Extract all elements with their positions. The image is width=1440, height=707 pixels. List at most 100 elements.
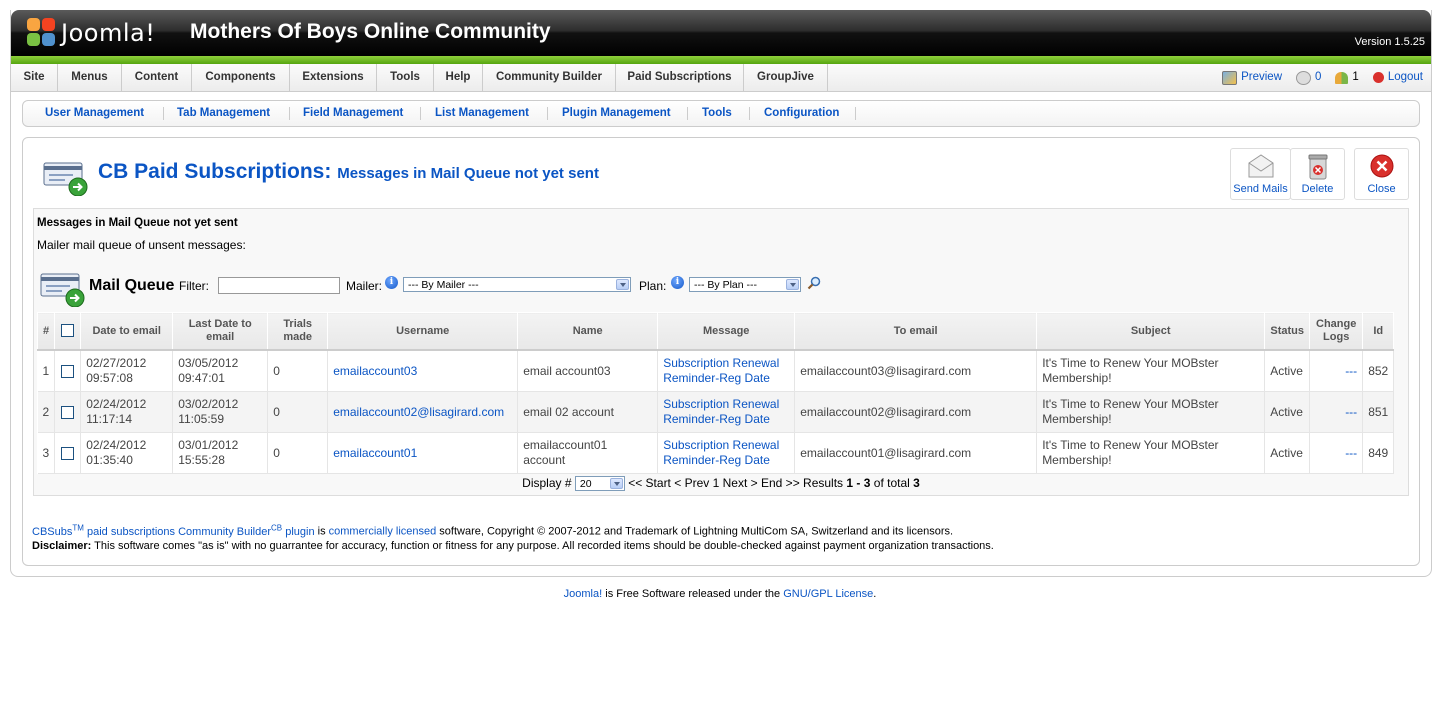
messages-link[interactable]: 0 xyxy=(1296,64,1321,91)
content-panel: CB Paid Subscriptions: Messages in Mail … xyxy=(22,137,1420,566)
mail-icon xyxy=(1296,70,1311,85)
filter-label: Filter: xyxy=(179,279,209,293)
col-trials[interactable]: Trials made xyxy=(267,312,329,351)
submenu-configuration[interactable]: Configuration xyxy=(764,101,839,126)
trash-icon xyxy=(1308,154,1327,180)
license-link[interactable]: commercially licensed xyxy=(329,526,437,538)
menu-content[interactable]: Content xyxy=(122,64,192,91)
message-link[interactable]: Subscription Renewal Reminder-Reg Date xyxy=(663,397,779,426)
col-change-logs: Change Logs xyxy=(1309,312,1364,351)
col-date-to-email[interactable]: Date to email xyxy=(80,312,174,351)
table-row: 1 02/27/2012 09:57:08 03/05/2012 09:47:0… xyxy=(37,350,1395,392)
credits: CBSubsTM paid subscriptions Community Bu… xyxy=(32,523,994,552)
status-bar: Preview 0 1 Logout xyxy=(1222,64,1423,91)
cbsubs-mailqueue-icon xyxy=(43,162,88,196)
submenu-user-management[interactable]: User Management xyxy=(45,101,144,126)
username-link[interactable]: emailaccount02@lisagirard.com xyxy=(333,405,504,419)
menu-help[interactable]: Help xyxy=(434,64,483,91)
submenu-list-management[interactable]: List Management xyxy=(435,101,529,126)
joomla-brand: Joomla! xyxy=(61,19,156,47)
search-icon[interactable] xyxy=(807,276,821,290)
users-online[interactable]: 1 xyxy=(1335,64,1359,91)
username-link[interactable]: emailaccount01 xyxy=(333,446,417,460)
pager-next: Next > xyxy=(722,476,758,490)
plan-select[interactable]: --- By Plan --- xyxy=(689,277,801,292)
mailer-label: Mailer: xyxy=(346,279,383,293)
cbsubs-link[interactable]: CBSubsTM xyxy=(32,523,84,538)
mailer-select[interactable]: --- By Mailer --- xyxy=(403,277,631,292)
menu-extensions[interactable]: Extensions xyxy=(290,64,377,91)
logout-link[interactable]: Logout xyxy=(1372,64,1423,91)
select-all-checkbox[interactable] xyxy=(61,324,75,338)
col-num: # xyxy=(36,312,56,351)
row-checkbox[interactable] xyxy=(61,446,75,460)
results-total: 3 xyxy=(913,476,920,490)
display-count-select[interactable]: 20 xyxy=(574,476,625,492)
change-logs-link[interactable]: --- xyxy=(1345,405,1357,419)
mail-queue-table: # Date to email Last Date to email Trial… xyxy=(36,312,1395,474)
cb-plugin-link[interactable]: paid subscriptions Community BuilderCB p… xyxy=(87,523,315,538)
change-logs-link[interactable]: --- xyxy=(1345,364,1357,378)
plan-info-icon[interactable]: i xyxy=(671,276,684,289)
delete-button[interactable]: Delete xyxy=(1290,148,1345,200)
logout-icon xyxy=(1372,72,1384,83)
table-header-row: # Date to email Last Date to email Trial… xyxy=(36,312,1395,351)
menu-site[interactable]: Site xyxy=(11,64,58,91)
section-description: Mailer mail queue of unsent messages: xyxy=(37,238,246,252)
menu-groupjive[interactable]: GroupJive xyxy=(744,64,828,91)
col-username[interactable]: Username xyxy=(327,312,519,351)
col-name[interactable]: Name xyxy=(517,312,659,351)
mail-queue-title: Mail Queue xyxy=(89,277,175,294)
menu-community-builder[interactable]: Community Builder xyxy=(483,64,616,91)
change-logs-link[interactable]: --- xyxy=(1345,446,1357,460)
pagination: Display # 20 << Start < Prev 1 Next > En… xyxy=(34,476,1408,492)
section-title: Messages in Mail Queue not yet sent xyxy=(37,217,238,229)
cb-submenu: User Management Tab Management Field Man… xyxy=(22,100,1420,127)
row-checkbox[interactable] xyxy=(61,405,75,419)
send-mail-icon xyxy=(1248,154,1273,178)
submenu-tab-management[interactable]: Tab Management xyxy=(177,101,270,126)
header: Joomla! Mothers Of Boys Online Community… xyxy=(11,10,1431,56)
joomla-logo: Joomla! xyxy=(27,16,155,50)
filter-input[interactable] xyxy=(218,277,340,294)
preview-link[interactable]: Preview xyxy=(1222,64,1282,91)
main-menu: Site Menus Content Components Extensions… xyxy=(11,64,1431,92)
header-accent-bar xyxy=(11,56,1431,64)
username-link[interactable]: emailaccount03 xyxy=(333,364,417,378)
col-message[interactable]: Message xyxy=(657,312,796,351)
mail-queue-panel: Messages in Mail Queue not yet sent Mail… xyxy=(33,208,1409,496)
menu-paid-subscriptions[interactable]: Paid Subscriptions xyxy=(616,64,744,91)
results-of-total: of total xyxy=(873,476,910,490)
page-title: CB Paid Subscriptions: Messages in Mail … xyxy=(98,160,599,183)
submenu-tools[interactable]: Tools xyxy=(702,101,732,126)
pager-prev: < Prev xyxy=(674,476,710,490)
message-link[interactable]: Subscription Renewal Reminder-Reg Date xyxy=(663,356,779,385)
version-label: Version 1.5.25 xyxy=(1354,36,1425,48)
footer: Joomla! is Free Software released under … xyxy=(563,588,877,600)
message-link[interactable]: Subscription Renewal Reminder-Reg Date xyxy=(663,438,779,467)
chevron-down-icon xyxy=(616,279,629,290)
close-button[interactable]: Close xyxy=(1354,148,1409,200)
admin-frame: Joomla! Mothers Of Boys Online Community… xyxy=(10,10,1432,577)
menu-components[interactable]: Components xyxy=(192,64,290,91)
submenu-field-management[interactable]: Field Management xyxy=(303,101,403,126)
col-last-date[interactable]: Last Date to email xyxy=(172,312,269,351)
joomla-link[interactable]: Joomla! xyxy=(564,588,603,600)
menu-tools[interactable]: Tools xyxy=(377,64,434,91)
pager-start: << Start xyxy=(628,476,671,490)
gpl-license-link[interactable]: GNU/GPL License xyxy=(783,588,873,600)
mailer-info-icon[interactable]: i xyxy=(385,276,398,289)
submenu-plugin-management[interactable]: Plugin Management xyxy=(562,101,671,126)
send-mails-button[interactable]: Send Mails xyxy=(1230,148,1291,200)
col-to-email[interactable]: To email xyxy=(794,312,1038,351)
row-checkbox[interactable] xyxy=(61,364,75,378)
col-status[interactable]: Status xyxy=(1264,312,1311,351)
col-subject[interactable]: Subject xyxy=(1036,312,1266,351)
col-id[interactable]: Id xyxy=(1362,312,1395,351)
pager-end: End >> xyxy=(761,476,800,490)
users-icon xyxy=(1335,71,1349,84)
close-icon xyxy=(1370,154,1393,178)
disclaimer-label: Disclaimer: xyxy=(32,539,92,552)
menu-menus[interactable]: Menus xyxy=(58,64,122,91)
preview-icon xyxy=(1222,70,1238,85)
